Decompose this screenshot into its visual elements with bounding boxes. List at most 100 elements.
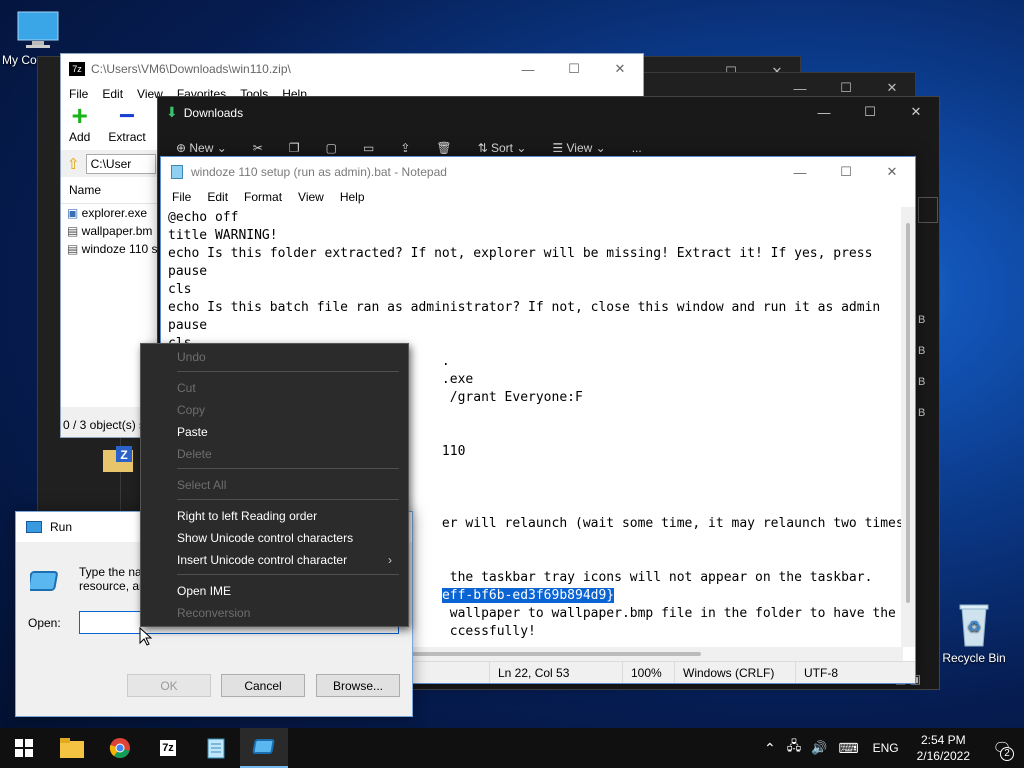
up-folder-icon[interactable]: ⇧ [67,155,80,173]
network-icon[interactable]: 🖧 [782,737,807,759]
menu-file[interactable]: File [69,87,88,101]
new-button[interactable]: ⊕ New ⌄ [176,141,227,155]
file-row[interactable]: ▣ explorer.exe [61,204,157,222]
line-ending: Windows (CRLF) [674,662,795,683]
paste-icon[interactable]: ▢ [326,141,337,155]
copy-icon[interactable]: ❐ [289,141,300,155]
taskbar-notepad[interactable] [192,728,240,768]
close-button[interactable]: ✕ [893,97,939,127]
notification-center-button[interactable]: 🗨 2 [980,728,1024,768]
taskbar-file-explorer[interactable] [48,728,96,768]
notepad-app-icon [171,165,183,179]
start-button[interactable] [0,728,48,768]
taskbar-7zip[interactable]: 7z [144,728,192,768]
delete-icon[interactable]: 🗑 [436,141,451,155]
chrome-icon [109,738,130,758]
minimize-button[interactable]: — [505,54,551,84]
sevenzip-app-icon: 7z [69,61,85,76]
file-icon: ▣ [67,206,82,220]
path-field[interactable]: C:\User [85,153,156,174]
run-title: Run [50,520,73,534]
cancel-button[interactable]: Cancel [221,674,305,697]
show-hidden-icons[interactable]: ⌃ [758,740,782,757]
file-row[interactable]: ▤ wallpaper.bm [61,222,157,240]
extract-label: Extract [108,130,146,144]
browse-button[interactable]: Browse... [316,674,400,697]
view-button[interactable]: ☰ View ⌄ [552,141,605,155]
open-label: Open: [28,616,61,630]
menu-edit[interactable]: Edit [207,190,228,204]
add-button[interactable]: + Add [69,100,91,150]
run-large-icon [27,568,62,597]
menu-separator [177,371,399,372]
file-row[interactable]: ▤ windoze 110 s [61,240,157,258]
taskbar: 7z ⌃ 🖧 🔊 ⌨ ENG 2:54 PM 2/16/2022 🗨 2 [0,728,1024,768]
menu-format[interactable]: Format [244,190,282,204]
clock-time: 2:54 PM [920,733,966,747]
maximize-button[interactable]: ☐ [847,97,893,127]
menu-file[interactable]: File [172,190,191,204]
mouse-cursor-icon [139,627,153,646]
file-icon: ▤ [67,242,82,256]
recycle-bin-icon: ♻ [959,604,989,647]
vertical-scrollbar[interactable] [901,207,915,647]
menu-item-show-unicode[interactable]: Show Unicode control characters [177,528,353,548]
menu-item-reconversion[interactable]: Reconversion [177,603,250,623]
menu-item-insert-unicode[interactable]: Insert Unicode control character [177,550,347,570]
menu-item-paste[interactable]: Paste [177,422,208,442]
menu-item-open-ime[interactable]: Open IME [177,581,231,601]
text-line: cls [168,282,192,297]
sevenzip-title: C:\Users\VM6\Downloads\win110.zip\ [91,61,291,76]
notepad-icon [207,738,225,759]
rename-icon[interactable]: ▭ [363,141,374,155]
menu-item-copy[interactable]: Copy [177,400,205,420]
submenu-arrow-icon: › [388,553,392,567]
search-box-edge[interactable] [918,197,938,223]
volume-icon[interactable]: 🔊 [806,740,832,756]
plus-icon: + [71,100,88,131]
recycle-bin-label: Recycle Bin [942,651,1006,665]
menu-edit[interactable]: Edit [102,87,123,101]
keyboard-icon[interactable]: ⌨ [832,740,864,757]
close-button[interactable]: ✕ [597,54,643,84]
menu-item-undo[interactable]: Undo [177,347,206,367]
menu-item-delete[interactable]: Delete [177,444,212,464]
language-indicator[interactable]: ENG [865,741,907,755]
maximize-button[interactable]: ☐ [823,157,869,187]
menu-item-rtl-reading-order[interactable]: Right to left Reading order [177,506,317,526]
horizontal-scroll-thumb[interactable] [411,652,701,656]
minimize-button[interactable]: — [777,157,823,187]
menu-item-cut[interactable]: Cut [177,378,196,398]
monitor-icon [17,11,59,48]
recycle-bin-desktop-icon[interactable]: ♻ Recycle Bin [936,600,1012,665]
menu-item-select-all[interactable]: Select All [177,475,226,495]
maximize-button[interactable]: ☐ [551,54,597,84]
column-name[interactable]: Name [61,177,157,204]
menu-help[interactable]: Help [340,190,365,204]
taskbar-chrome[interactable] [96,728,144,768]
run-description: Type the na resource, an [79,565,146,593]
zip-folder-desktop-icon[interactable]: Z [102,444,136,474]
cut-icon[interactable]: ✂ [253,141,263,155]
minus-icon: − [118,100,136,131]
extract-button[interactable]: − Extract [108,100,146,150]
vertical-scroll-thumb[interactable] [906,223,910,603]
text-line: @echo off [168,210,239,225]
text-line: pause [168,264,208,279]
share-icon[interactable]: ⇪ [400,141,410,155]
svg-text:Z: Z [120,448,127,462]
encoding: UTF-8 [795,662,905,683]
more-button[interactable]: ... [632,141,642,155]
text-line: echo Is this folder extracted? If not, e… [168,246,873,261]
add-label: Add [69,130,91,144]
sort-button[interactable]: ⇅ Sort ⌄ [478,141,527,155]
minimize-button[interactable]: — [801,97,847,127]
sevenzip-icon: 7z [160,740,176,756]
text-line: echo Is this batch file ran as administr… [168,300,881,315]
menu-view[interactable]: View [298,190,324,204]
clock[interactable]: 2:54 PM 2/16/2022 [907,732,980,764]
taskbar-run[interactable] [240,728,288,768]
ok-button[interactable]: OK [127,674,211,697]
sevenzip-status: 0 / 3 object(s) s [63,418,146,432]
close-button[interactable]: ✕ [869,157,915,187]
